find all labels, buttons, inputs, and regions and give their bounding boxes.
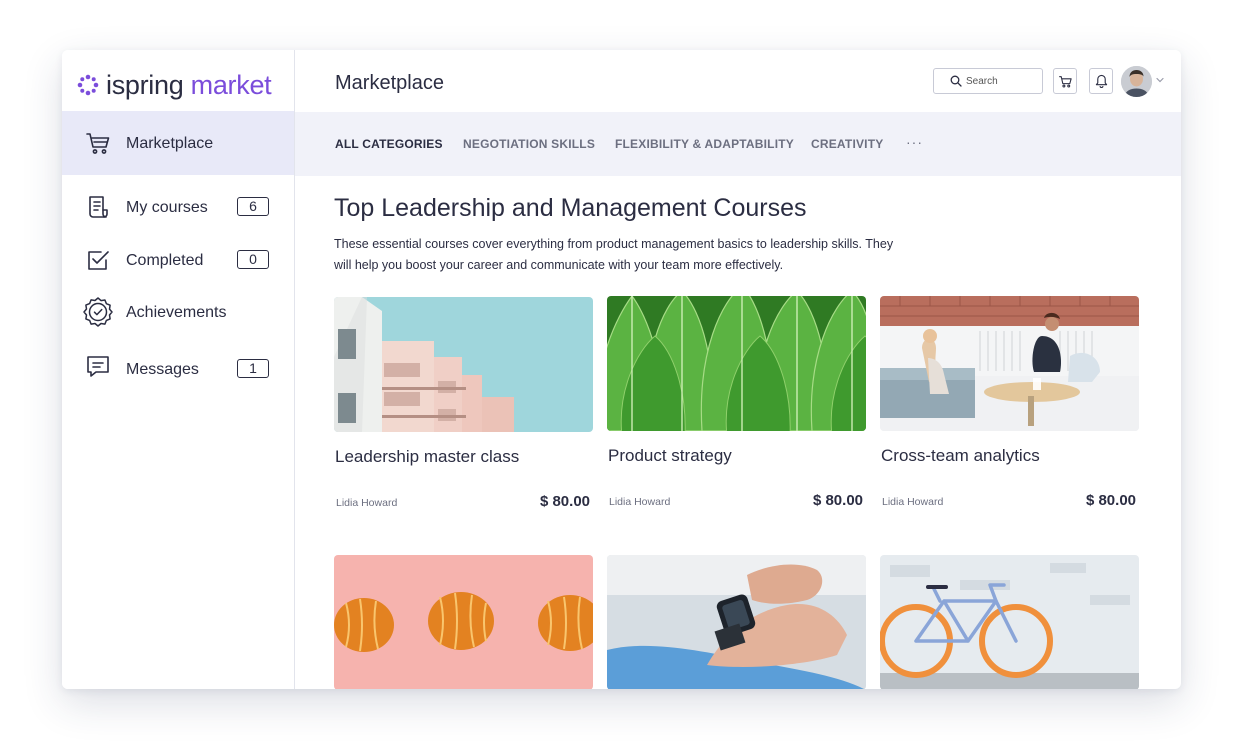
tab-flexibility-adaptability[interactable]: FLEXIBILITY & ADAPTABILITY [615,137,794,151]
section-description: These essential courses cover everything… [334,237,894,272]
tab-negotiation-skills[interactable]: NEGOTIATION SKILLS [463,137,595,151]
top-header: Marketplace [295,50,1181,112]
cart-button[interactable] [1053,68,1077,94]
sidebar-item-label: Messages [126,361,199,378]
course-author: Lidia Howard [609,496,671,508]
course-card[interactable]: Product strategy Lidia Howard $ 80.00 [607,296,866,516]
sidebar: ispring market Marketplace My courses 6 … [62,50,295,689]
leaves-photo [607,296,866,431]
ispring-logo-icon [77,74,99,96]
user-photo [1121,66,1152,97]
chat-icon [82,351,114,383]
document-icon [82,191,114,223]
course-title: Cross-team analytics [881,446,1040,465]
search-input[interactable] [966,75,1036,87]
smartwatch-photo [607,555,866,689]
course-price: $ 80.00 [812,492,863,509]
sidebar-item-completed[interactable]: Completed 0 [62,234,294,284]
badge-icon [82,296,114,328]
course-title: Leadership master class [335,447,520,466]
bell-icon [1095,74,1107,88]
count-badge: 6 [237,197,269,216]
page-title: Marketplace [335,72,444,94]
course-author: Lidia Howard [882,496,944,508]
sidebar-item-my-courses[interactable]: My courses 6 [62,182,294,232]
cart-icon [1058,75,1072,88]
avatar[interactable] [1121,66,1152,97]
course-price: $ 80.00 [539,493,590,510]
course-card[interactable] [607,555,866,689]
sidebar-item-label: Achievements [126,304,227,321]
oranges-photo [334,555,593,689]
sidebar-item-achievements[interactable]: Achievements [62,287,294,337]
course-author: Lidia Howard [336,497,398,509]
sidebar-item-messages[interactable]: Messages 1 [62,343,294,393]
app-window: ispring market Marketplace My courses 6 … [62,50,1181,689]
brand-name: ispring market [106,70,272,100]
notifications-button[interactable] [1089,68,1113,94]
count-badge: 0 [237,250,269,269]
office-meeting-photo [880,296,1139,431]
search-icon [950,75,962,87]
bicycle-photo [880,555,1139,689]
course-card[interactable] [880,555,1139,689]
search-box[interactable] [933,68,1043,94]
tab-creativity[interactable]: CREATIVITY [811,137,883,151]
tab-all-categories[interactable]: ALL CATEGORIES [335,137,443,151]
main-content: Top Leadership and Management Courses Th… [295,176,1181,689]
chevron-down-icon[interactable] [1155,75,1165,85]
course-card[interactable]: Leadership master class Lidia Howard $ 8… [334,297,593,517]
count-badge: 1 [237,359,269,378]
sidebar-item-label: Completed [126,252,204,269]
category-tabs: ALL CATEGORIES NEGOTIATION SKILLS FLEXIB… [295,112,1181,176]
cart-icon [82,127,114,159]
building-photo [334,297,593,432]
section-title: Top Leadership and Management Courses [334,194,807,222]
sidebar-item-label: Marketplace [126,135,214,152]
course-card[interactable]: Cross-team analytics Lidia Howard $ 80.0… [880,296,1139,516]
more-categories-button[interactable]: ··· [906,134,923,150]
course-title: Product strategy [608,446,732,465]
checkbox-icon [82,244,114,276]
sidebar-item-marketplace[interactable]: Marketplace [62,111,294,175]
sidebar-item-label: My courses [126,199,208,216]
brand-logo[interactable]: ispring market [76,68,272,102]
course-price: $ 80.00 [1085,492,1136,509]
course-card[interactable] [334,555,593,689]
